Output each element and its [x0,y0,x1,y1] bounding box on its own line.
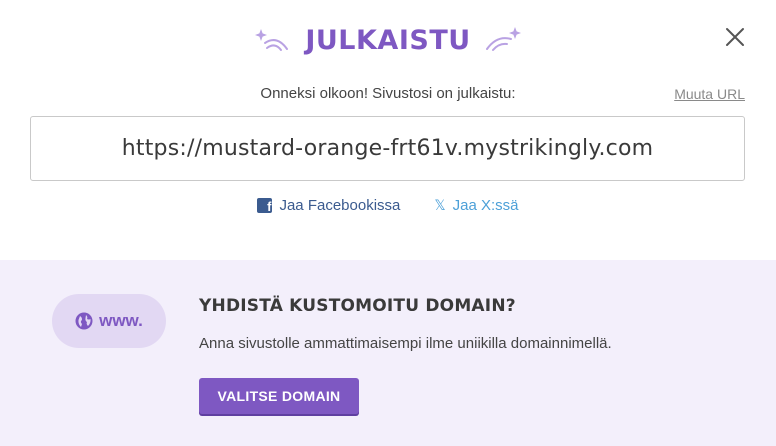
change-url-link[interactable]: Muuta URL [674,86,745,102]
share-facebook-link[interactable]: f Jaa Facebookissa [257,197,400,214]
choose-domain-button[interactable]: VALITSE DOMAIN [199,378,359,414]
dialog-header: JULKAISTU [0,18,776,62]
share-row: f Jaa Facebookissa 𝕏 Jaa X:ssä [0,197,776,214]
www-badge: www. [52,294,166,348]
facebook-icon: f [257,198,273,213]
globe-icon [75,312,93,330]
share-facebook-label: Jaa Facebookissa [279,197,401,214]
dialog-title: JULKAISTU [305,24,471,56]
shooting-star-icon [485,27,521,51]
title-row: JULKAISTU [0,18,776,62]
shooting-star-icon [255,29,289,51]
close-icon[interactable] [724,26,746,48]
custom-domain-section: www. YHDISTÄ KUSTOMOITU DOMAIN? Anna siv… [0,260,776,446]
share-x-link[interactable]: 𝕏 Jaa X:ssä [434,197,518,214]
site-url-field[interactable]: https://mustard-orange-frt61v.mystriking… [30,116,745,181]
x-icon: 𝕏 [434,197,446,213]
publish-dialog: JULKAISTU Onneksi olkoon! Sivustosi on j… [0,0,776,446]
domain-description: Anna sivustolle ammattimaisempi ilme uni… [199,335,612,352]
www-text: www. [99,311,143,330]
share-x-label: Jaa X:ssä [452,197,519,214]
publish-message: Onneksi olkoon! Sivustosi on julkaistu: [260,85,516,102]
domain-heading: YHDISTÄ KUSTOMOITU DOMAIN? [199,296,516,316]
